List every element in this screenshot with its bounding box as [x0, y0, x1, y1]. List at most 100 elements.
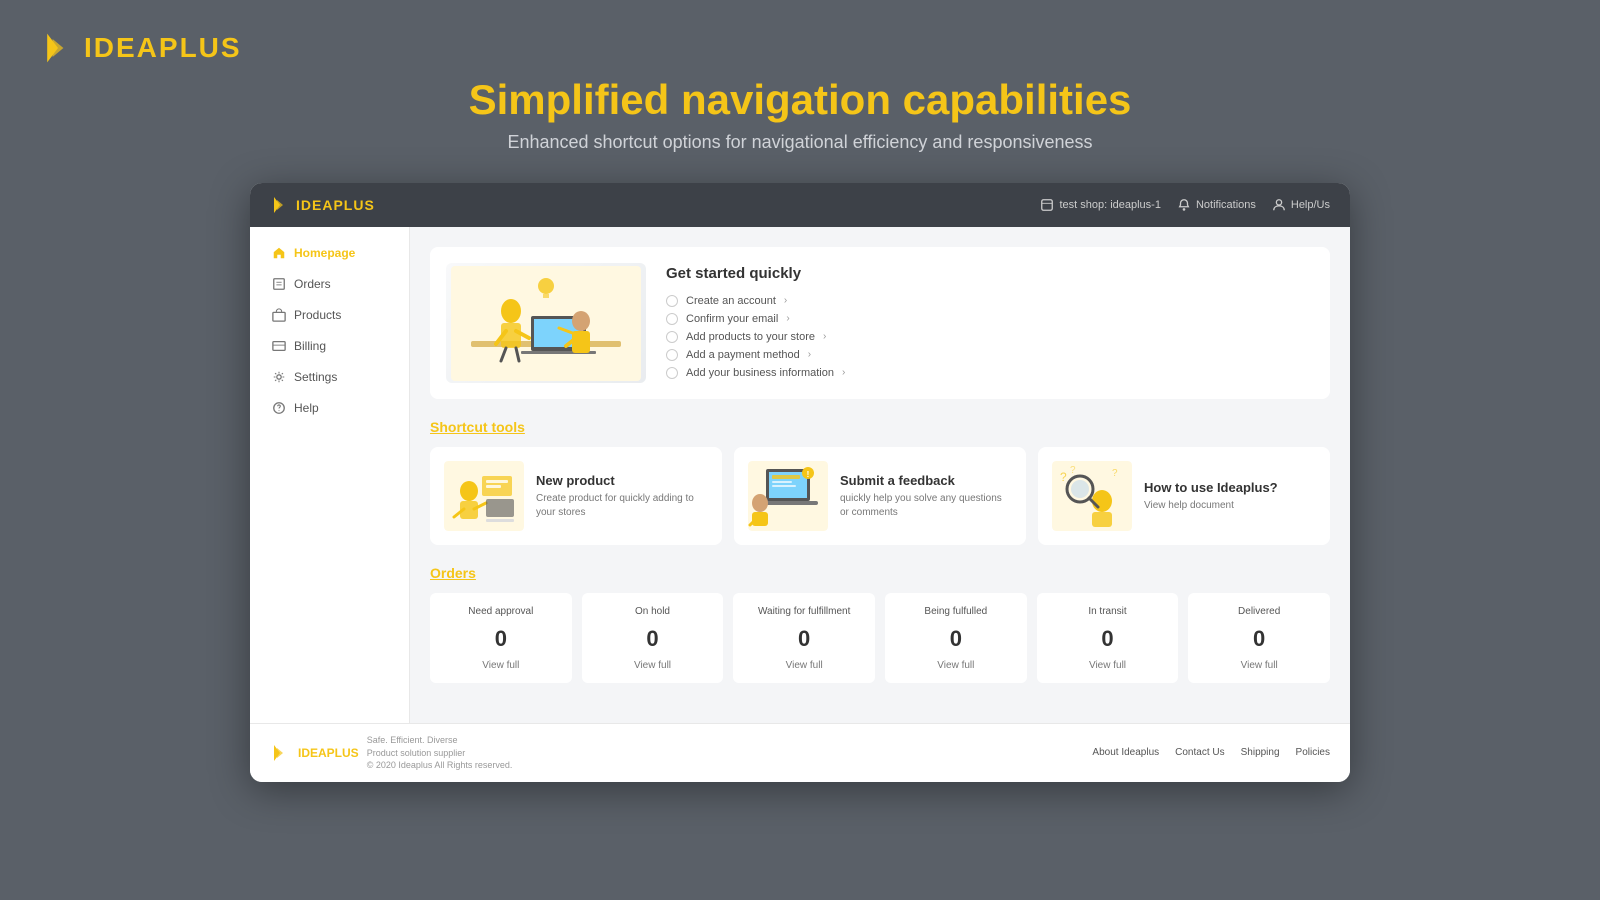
- app-header-right: test shop: ideaplus-1 Notifications Help…: [1040, 198, 1330, 212]
- check-circle-4: [666, 367, 678, 379]
- app-header: IDEAPLUS test shop: ideaplus-1 Notificat…: [250, 183, 1350, 227]
- order-label-2: Waiting for fulfillment: [743, 605, 865, 618]
- order-card-0[interactable]: Need approval 0 View full: [430, 593, 572, 683]
- sidebar-label-help: Help: [294, 401, 319, 415]
- shortcut-card-new-product[interactable]: New product Create product for quickly a…: [430, 447, 722, 545]
- order-view-3[interactable]: View full: [895, 660, 1017, 671]
- sidebar-item-settings[interactable]: Settings: [256, 362, 403, 392]
- checklist-label-1: Confirm your email: [686, 313, 778, 325]
- chevron-right-1: ›: [786, 313, 789, 324]
- outer-subtitle: Enhanced shortcut options for navigation…: [507, 132, 1092, 153]
- shortcut-card-help[interactable]: ? ? ? How to use Ideaplus? View help doc…: [1038, 447, 1330, 545]
- new-product-illustration: [444, 461, 524, 531]
- products-icon: [272, 308, 286, 322]
- outer-logo-text: IDEAPLUS: [84, 32, 242, 64]
- chevron-right-3: ›: [808, 349, 811, 360]
- orders-icon: [272, 277, 286, 291]
- app-logo: IDEAPLUS: [270, 195, 375, 215]
- chevron-right-4: ›: [842, 367, 845, 378]
- order-count-4: 0: [1047, 626, 1169, 652]
- checklist-item-0[interactable]: Create an account ›: [666, 292, 845, 310]
- order-count-1: 0: [592, 626, 714, 652]
- check-circle-0: [666, 295, 678, 307]
- sidebar-item-help[interactable]: Help: [256, 393, 403, 423]
- order-card-2[interactable]: Waiting for fulfillment 0 View full: [733, 593, 875, 683]
- order-label-4: In transit: [1047, 605, 1169, 618]
- order-card-5[interactable]: Delivered 0 View full: [1188, 593, 1330, 683]
- billing-icon: [272, 339, 286, 353]
- footer-link-shipping[interactable]: Shipping: [1241, 747, 1280, 758]
- get-started-illustration: [446, 263, 646, 383]
- footer-link-contact[interactable]: Contact Us: [1175, 747, 1224, 758]
- order-view-2[interactable]: View full: [743, 660, 865, 671]
- orders-section-title: Orders: [430, 565, 1330, 581]
- order-view-5[interactable]: View full: [1198, 660, 1320, 671]
- sidebar-item-billing[interactable]: Billing: [256, 331, 403, 361]
- shortcut-desc-1: quickly help you solve any questions or …: [840, 492, 1012, 520]
- bell-icon: [1177, 198, 1191, 212]
- store-icon: [1040, 198, 1054, 212]
- app-footer: IDEAPLUS Safe. Efficient. Diverse Produc…: [250, 723, 1350, 782]
- orders-grid: Need approval 0 View full On hold 0 View…: [430, 593, 1330, 683]
- footer-links: About Ideaplus Contact Us Shipping Polic…: [1092, 747, 1330, 758]
- outer-title: Simplified navigation capabilities: [469, 76, 1132, 124]
- chevron-right-2: ›: [823, 331, 826, 342]
- order-card-1[interactable]: On hold 0 View full: [582, 593, 724, 683]
- footer-tagline: Safe. Efficient. Diverse Product solutio…: [367, 734, 513, 772]
- order-count-5: 0: [1198, 626, 1320, 652]
- footer-link-about[interactable]: About Ideaplus: [1092, 747, 1159, 758]
- footer-link-policies[interactable]: Policies: [1296, 747, 1330, 758]
- gear-icon: [272, 370, 286, 384]
- svg-text:!: !: [807, 470, 810, 479]
- user-icon: [1272, 198, 1286, 212]
- store-selector[interactable]: test shop: ideaplus-1: [1040, 198, 1161, 212]
- sidebar-item-homepage[interactable]: Homepage: [256, 238, 403, 268]
- order-count-0: 0: [440, 626, 562, 652]
- help-svg: ? ? ?: [1052, 461, 1132, 531]
- checklist-item-3[interactable]: Add a payment method ›: [666, 346, 845, 364]
- checklist-item-2[interactable]: Add products to your store ›: [666, 328, 845, 346]
- sidebar-label-homepage: Homepage: [294, 246, 355, 260]
- new-product-svg: [444, 461, 524, 531]
- footer-logo-icon: [270, 743, 290, 763]
- order-card-3[interactable]: Being fulfulled 0 View full: [885, 593, 1027, 683]
- footer-logo: IDEAPLUS Safe. Efficient. Diverse Produc…: [270, 734, 512, 772]
- checklist-item-1[interactable]: Confirm your email ›: [666, 310, 845, 328]
- sidebar-item-products[interactable]: Products: [256, 300, 403, 330]
- sidebar: Homepage Orders Products Billing Setting…: [250, 227, 410, 723]
- outer-logo: IDEAPLUS: [40, 30, 242, 66]
- svg-text:?: ?: [1060, 470, 1067, 484]
- checklist-label-2: Add products to your store: [686, 331, 815, 343]
- order-card-4[interactable]: In transit 0 View full: [1037, 593, 1179, 683]
- order-view-4[interactable]: View full: [1047, 660, 1169, 671]
- order-count-2: 0: [743, 626, 865, 652]
- people-illustration: [451, 266, 641, 381]
- svg-text:?: ?: [1070, 465, 1076, 476]
- order-count-3: 0: [895, 626, 1017, 652]
- app-logo-icon: [270, 195, 290, 215]
- shortcut-card-feedback[interactable]: ! Submit a feedback quickly help you sol…: [734, 447, 1026, 545]
- feedback-svg: !: [748, 461, 828, 531]
- checklist-item-4[interactable]: Add your business information ›: [666, 364, 845, 382]
- shortcut-info-2: How to use Ideaplus? View help document: [1144, 480, 1278, 513]
- app-logo-text: IDEAPLUS: [296, 197, 375, 213]
- main-content: Get started quickly Create an account › …: [410, 227, 1350, 723]
- help-illustration: ? ? ?: [1052, 461, 1132, 531]
- shortcut-desc-2: View help document: [1144, 499, 1278, 513]
- order-label-5: Delivered: [1198, 605, 1320, 618]
- order-view-0[interactable]: View full: [440, 660, 562, 671]
- outer-header: IDEAPLUS Simplified navigation capabilit…: [40, 30, 1560, 153]
- app-body: Homepage Orders Products Billing Setting…: [250, 227, 1350, 723]
- shortcut-desc-0: Create product for quickly adding to you…: [536, 492, 708, 520]
- check-circle-1: [666, 313, 678, 325]
- help-button[interactable]: Help/Us: [1272, 198, 1330, 212]
- footer-logo-text: IDEAPLUS: [298, 746, 359, 760]
- notifications-button[interactable]: Notifications: [1177, 198, 1256, 212]
- feedback-illustration: !: [748, 461, 828, 531]
- order-view-1[interactable]: View full: [592, 660, 714, 671]
- checklist-label-4: Add your business information: [686, 367, 834, 379]
- sidebar-item-orders[interactable]: Orders: [256, 269, 403, 299]
- shortcut-tools-section: Shortcut tools: [430, 419, 1330, 545]
- ideaplus-logo-icon: [40, 30, 76, 66]
- check-circle-2: [666, 331, 678, 343]
